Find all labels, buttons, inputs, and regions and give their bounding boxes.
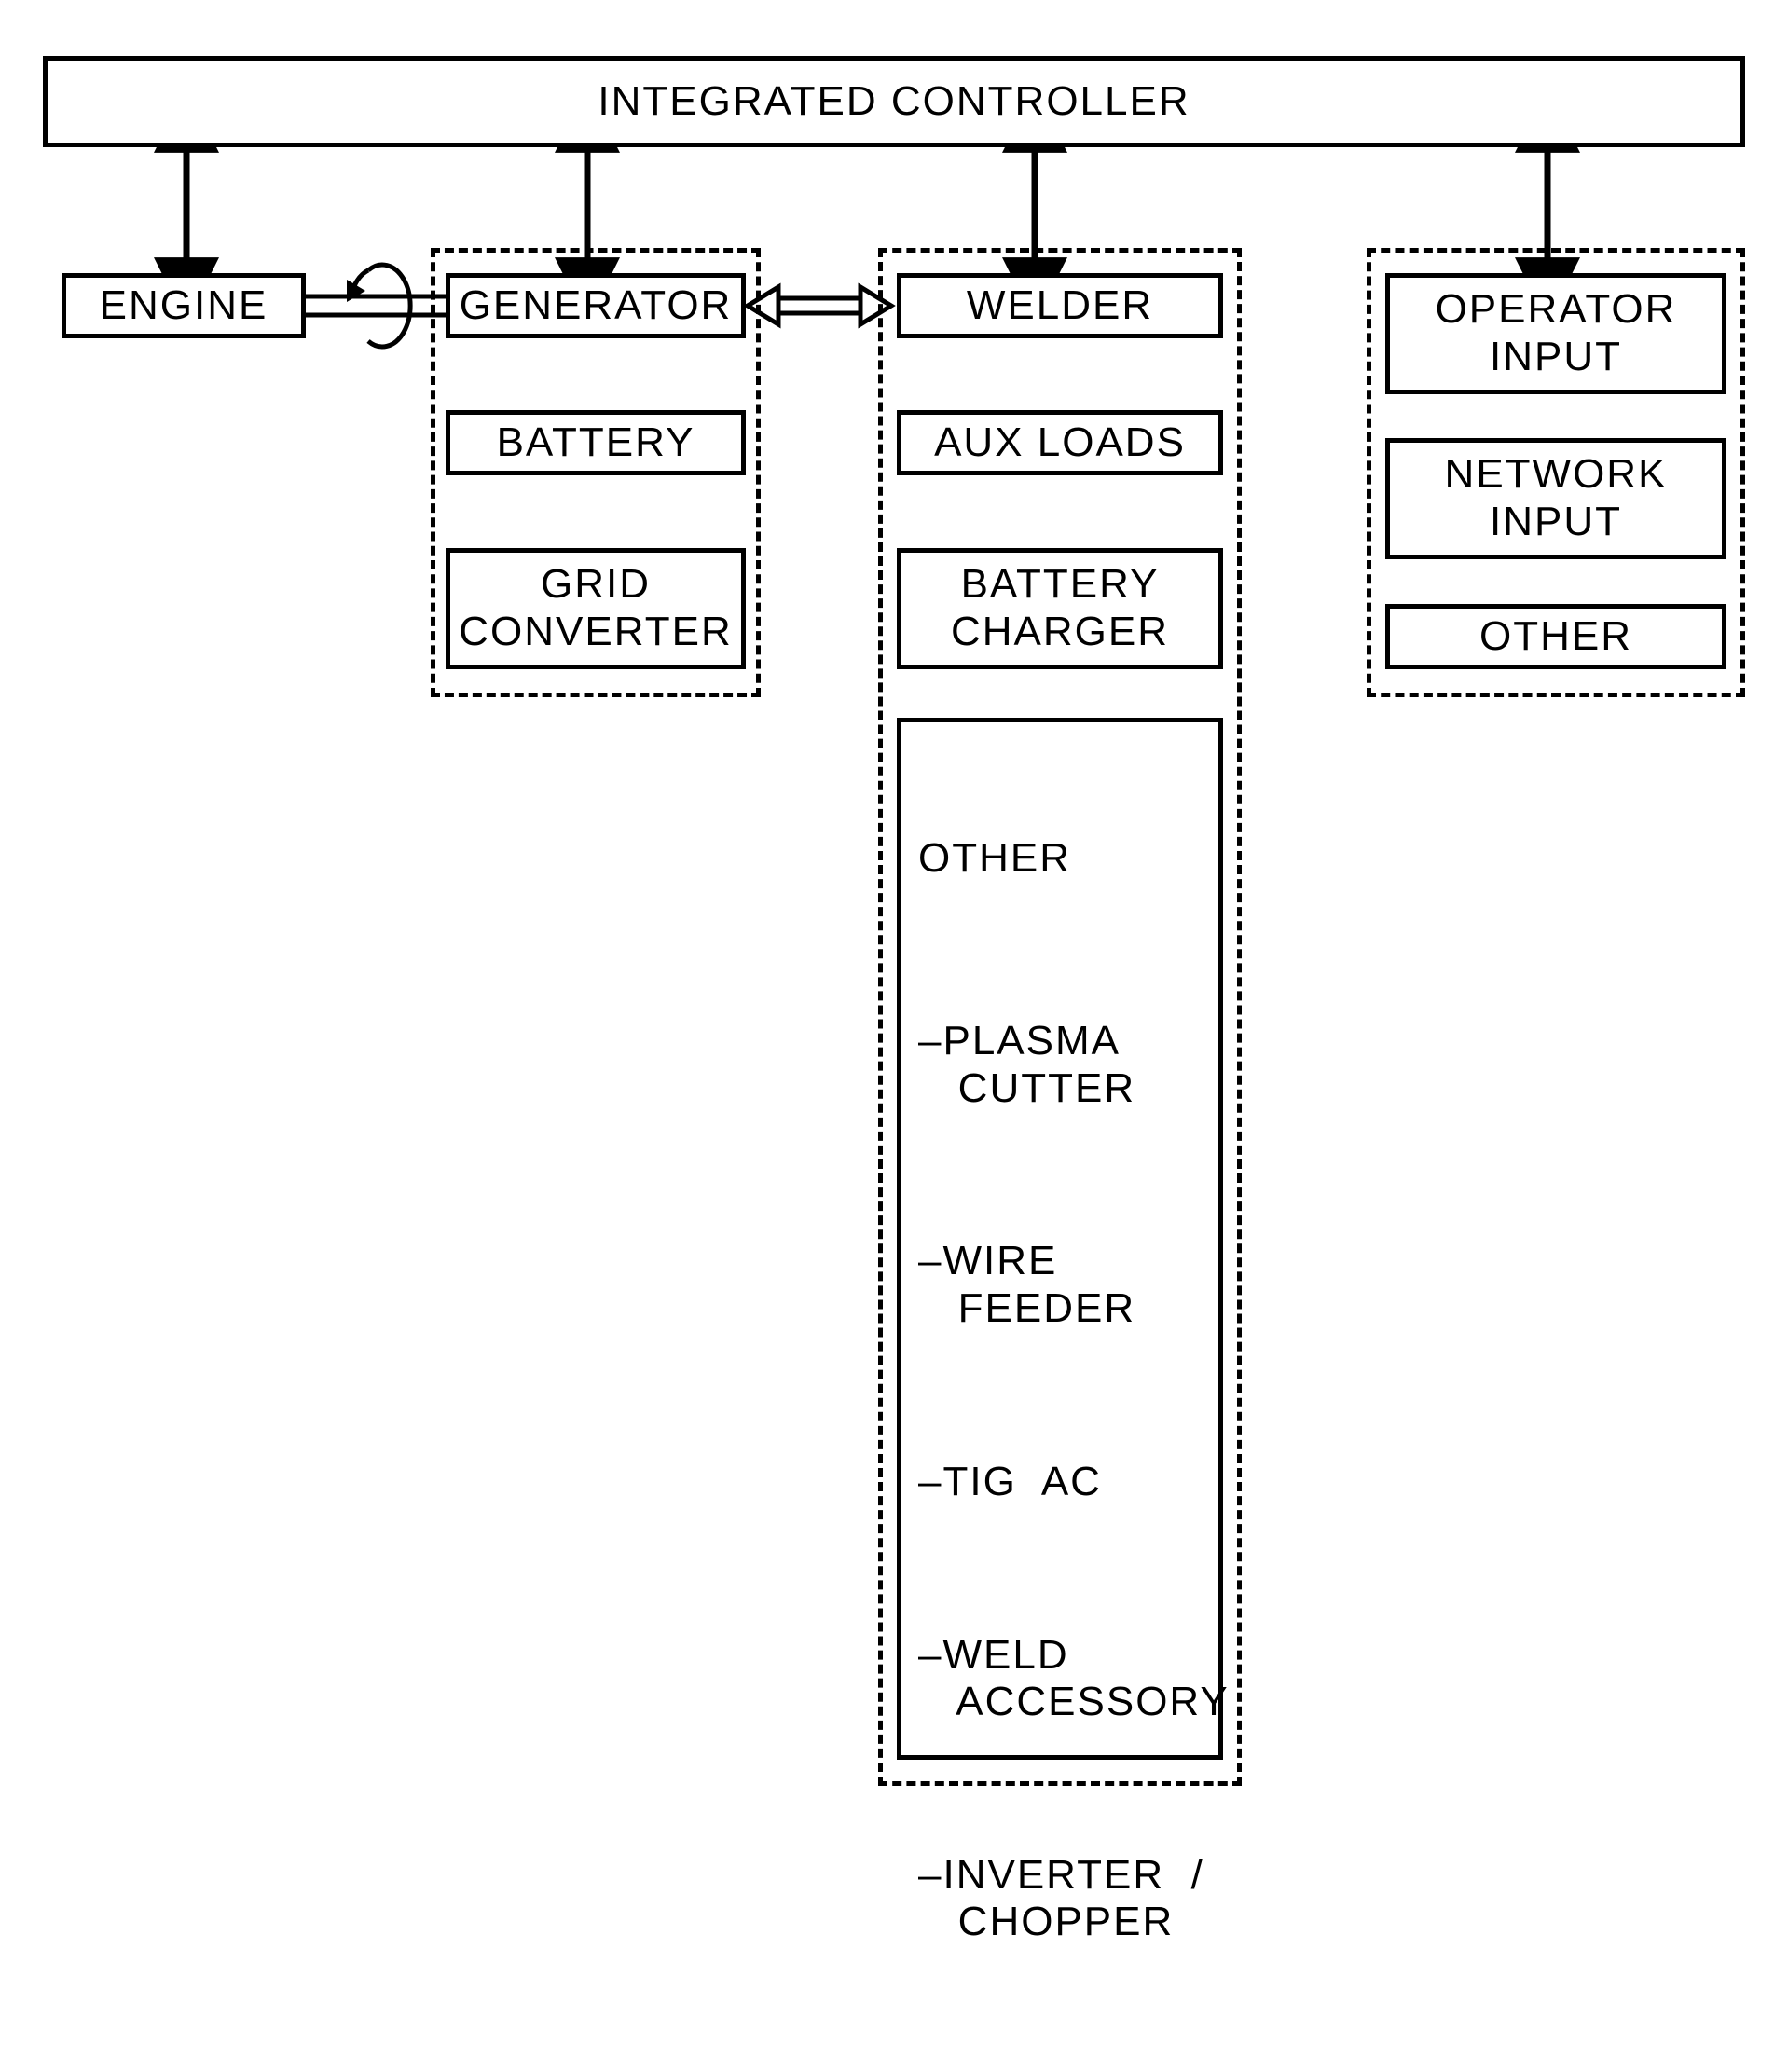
aux-loads-label: AUX LOADS: [934, 419, 1186, 467]
operator-input-box: OPERATOR INPUT: [1385, 273, 1726, 394]
generator-label: GENERATOR: [460, 282, 733, 330]
other-loads-box: OTHER –PLASMA CUTTER –WIRE FEEDER –TIG A…: [897, 718, 1223, 1760]
other-load-item-2: –TIG AC: [918, 1459, 1230, 1506]
other-load-item-1: –WIRE FEEDER: [918, 1238, 1230, 1332]
operator-input-label: OPERATOR INPUT: [1436, 286, 1677, 380]
grid-converter-box: GRID CONVERTER: [446, 548, 746, 669]
engine-box: ENGINE: [62, 273, 306, 338]
inputs-other-label: OTHER: [1479, 613, 1632, 661]
grid-converter-label: GRID CONVERTER: [459, 561, 732, 655]
battery-label: BATTERY: [497, 419, 695, 467]
other-load-item-4: –INVERTER / CHOPPER: [918, 1852, 1230, 1946]
battery-box: BATTERY: [446, 410, 746, 475]
battery-charger-label: BATTERY CHARGER: [951, 561, 1169, 655]
other-load-item-0: –PLASMA CUTTER: [918, 1018, 1230, 1112]
other-load-item-3: –WELD ACCESSORY: [918, 1632, 1230, 1726]
welder-box: WELDER: [897, 273, 1223, 338]
battery-charger-box: BATTERY CHARGER: [897, 548, 1223, 669]
diagram-canvas: INTEGRATED CONTROLLER ENGINE GENERATOR B…: [0, 0, 1788, 1832]
integrated-controller-box: INTEGRATED CONTROLLER: [43, 56, 1745, 147]
welder-label: WELDER: [967, 282, 1153, 330]
aux-loads-box: AUX LOADS: [897, 410, 1223, 475]
inputs-other-box: OTHER: [1385, 604, 1726, 669]
engine-label: ENGINE: [100, 282, 268, 330]
network-input-label: NETWORK INPUT: [1445, 451, 1668, 545]
other-loads-header: OTHER: [918, 835, 1230, 883]
generator-box: GENERATOR: [446, 273, 746, 338]
network-input-box: NETWORK INPUT: [1385, 438, 1726, 559]
integrated-controller-label: INTEGRATED CONTROLLER: [598, 78, 1190, 126]
